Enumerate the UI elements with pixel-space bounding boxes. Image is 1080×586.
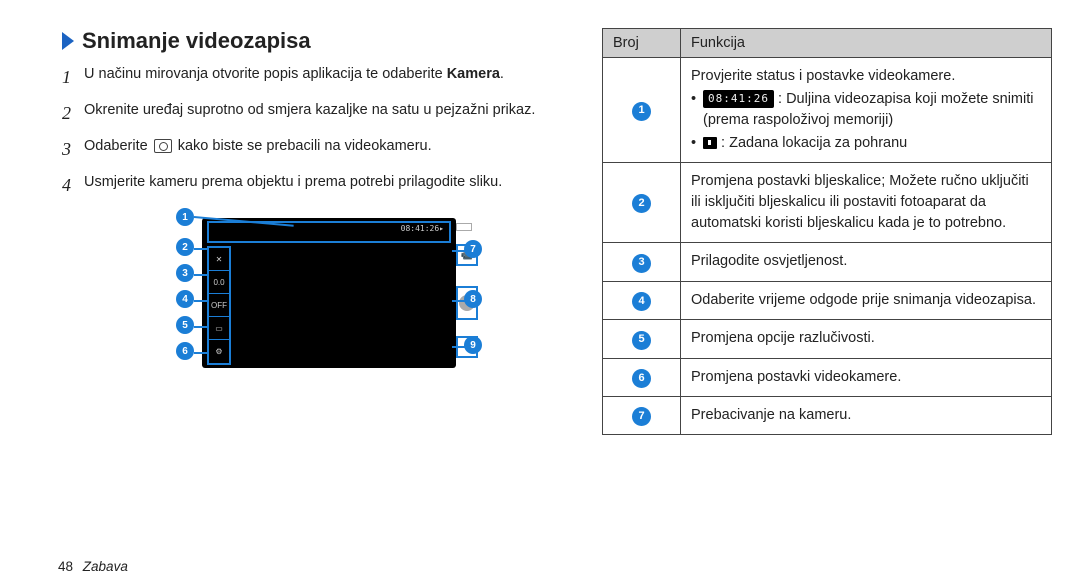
camera-icon — [154, 139, 172, 153]
row-text: Prilagodite osvjetljenost. — [681, 243, 1052, 281]
callout-6: 6 — [176, 342, 194, 360]
th-number: Broj — [603, 29, 681, 58]
row-lead: Provjerite status i postavke videokamere… — [691, 66, 1041, 87]
callout-5: 5 — [176, 316, 194, 334]
step-text: Odaberite kako biste se prebacili na vid… — [84, 136, 542, 157]
step-text: Okrenite uređaj suprotno od smjera kazal… — [84, 100, 542, 121]
callout-3: 3 — [176, 264, 194, 282]
row-num: 3 — [632, 254, 651, 273]
table-row: 4 Odaberite vrijeme odgode prije snimanj… — [603, 281, 1052, 319]
row-num: 2 — [632, 194, 651, 213]
page-number: 48 — [58, 559, 73, 574]
table-row: 6 Promjena postavki videokamere. — [603, 358, 1052, 396]
step-num: 4 — [62, 172, 84, 198]
row-text: Promjena postavki videokamere. — [681, 358, 1052, 396]
table-row: 5 Promjena opcije razlučivosti. — [603, 320, 1052, 358]
row-text: Promjena opcije razlučivosti. — [681, 320, 1052, 358]
callout-1: 1 — [176, 208, 194, 226]
callout-7: 7 — [464, 240, 482, 258]
section-title-text: Snimanje videozapisa — [82, 28, 311, 54]
time-pill-icon: 08:41:26 — [703, 90, 774, 108]
row-num: 4 — [632, 292, 651, 311]
row-bullet: 08:41:26 : Duljina videozapisa koji može… — [691, 89, 1041, 131]
storage-icon — [703, 137, 717, 149]
step-num: 1 — [62, 64, 84, 90]
exposure-icon: 0.0 — [209, 271, 229, 294]
row-num: 6 — [632, 369, 651, 388]
table-row: 7 Prebacivanje na kameru. — [603, 396, 1052, 434]
row-text: Prebacivanje na kameru. — [681, 396, 1052, 434]
callout-9: 9 — [464, 336, 482, 354]
step-num: 3 — [62, 136, 84, 162]
page-footer: 48 Zabava — [58, 559, 128, 574]
gear-icon: ⚙ — [209, 340, 229, 363]
step-num: 2 — [62, 100, 84, 126]
row-bullet: : Zadana lokacija za pohranu — [691, 133, 1041, 154]
table-row: 3 Prilagodite osvjetljenost. — [603, 243, 1052, 281]
row-num: 7 — [632, 407, 651, 426]
callout-8: 8 — [464, 290, 482, 308]
section-title: Snimanje videozapisa — [62, 28, 542, 54]
row-num: 5 — [632, 331, 651, 350]
table-row: 2 Promjena postavki bljeskalice; Možete … — [603, 163, 1052, 243]
battery-icon — [456, 223, 472, 231]
step-text: U načinu mirovanja otvorite popis aplika… — [84, 64, 542, 85]
table-row: 1 Provjerite status i postavke videokame… — [603, 58, 1052, 163]
resolution-icon: ▭ — [209, 317, 229, 340]
row-text: Odaberite vrijeme odgode prije snimanja … — [681, 281, 1052, 319]
steps-list: 1 U načinu mirovanja otvorite popis apli… — [62, 64, 542, 198]
viewfinder-left-icons: ✕ 0.0 OFF ▭ ⚙ — [207, 246, 231, 365]
callout-4: 4 — [176, 290, 194, 308]
row-num: 1 — [632, 102, 651, 121]
function-table: Broj Funkcija 1 Provjerite status i post… — [602, 28, 1052, 435]
callout-2: 2 — [176, 238, 194, 256]
chevron-icon — [62, 32, 74, 50]
viewfinder-diagram: 08:41:26▸ ✕ 0.0 OFF ▭ ⚙ 📹 1 2 3 4 5 6 7 … — [172, 208, 482, 388]
flash-off-icon: ✕ — [209, 248, 229, 271]
timer-off-icon: OFF — [209, 294, 229, 317]
viewfinder-time: 08:41:26▸ — [401, 224, 444, 233]
step-text: Usmjerite kameru prema objektu i prema p… — [84, 172, 542, 193]
section-name: Zabava — [83, 559, 128, 574]
row-text: Promjena postavki bljeskalice; Možete ru… — [681, 163, 1052, 243]
th-function: Funkcija — [681, 29, 1052, 58]
